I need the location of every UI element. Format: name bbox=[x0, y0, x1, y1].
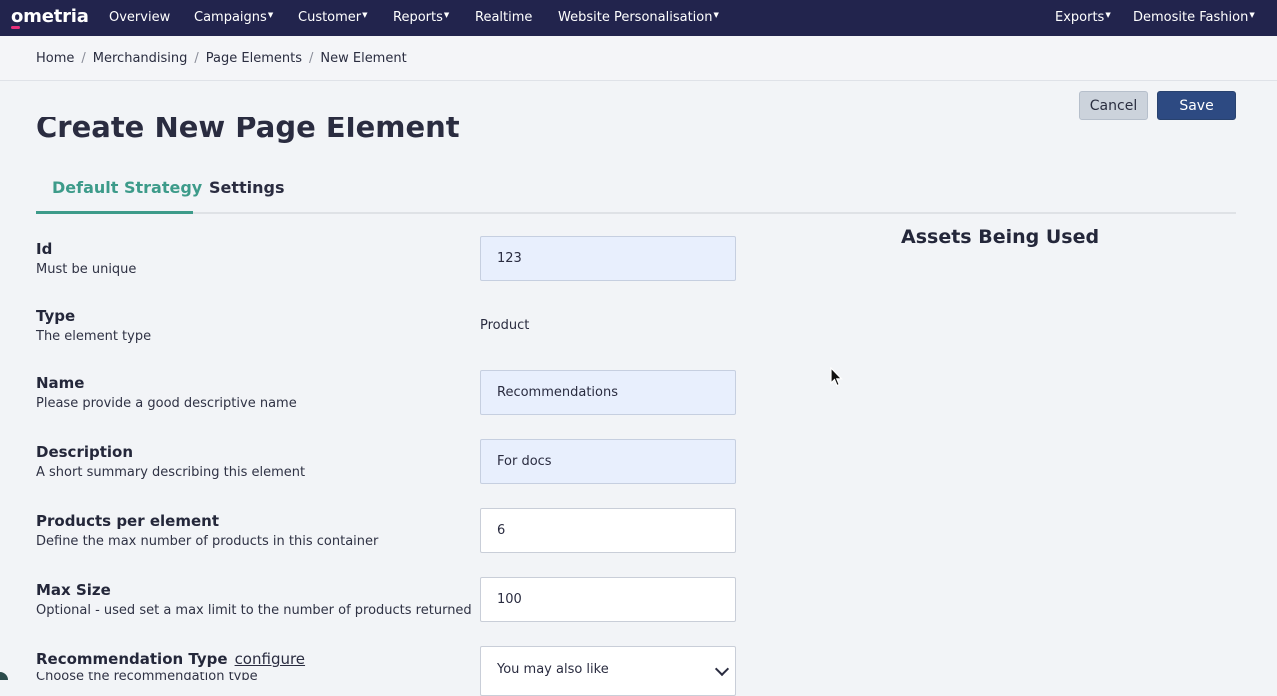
caret-down-icon: ▼ bbox=[1105, 11, 1111, 19]
breadcrumb-page-elements[interactable]: Page Elements bbox=[206, 51, 302, 66]
type-value: Product bbox=[480, 318, 530, 333]
page-title: Create New Page Element bbox=[36, 110, 460, 144]
max-size-help: Optional - used set a max limit to the n… bbox=[36, 603, 472, 618]
caret-down-icon: ▼ bbox=[1249, 11, 1255, 19]
nav-reports[interactable]: Reports▼ bbox=[393, 10, 449, 25]
id-help: Must be unique bbox=[36, 262, 137, 277]
nav-overview[interactable]: Overview bbox=[109, 10, 170, 25]
caret-down-icon: ▼ bbox=[713, 11, 719, 19]
products-per-element-field[interactable]: 6 bbox=[480, 508, 736, 553]
recommendation-type-selected: You may also like bbox=[497, 661, 609, 677]
products-per-element-help: Define the max number of products in thi… bbox=[36, 534, 379, 549]
nav-exports[interactable]: Exports▼ bbox=[1055, 10, 1111, 25]
description-field[interactable]: For docs bbox=[480, 439, 736, 484]
name-label: Name bbox=[36, 374, 85, 392]
id-field[interactable]: 123 bbox=[480, 236, 736, 281]
corner-widget[interactable] bbox=[0, 672, 8, 680]
breadcrumb-separator: / bbox=[194, 51, 199, 66]
cancel-button[interactable]: Cancel bbox=[1079, 91, 1148, 120]
breadcrumb: Home / Merchandising / Page Elements / N… bbox=[36, 51, 407, 66]
top-nav: ometria Overview Campaigns▼ Customer▼ Re… bbox=[0, 0, 1277, 36]
type-label: Type bbox=[36, 307, 76, 325]
tab-default-strategy[interactable]: Default Strategy bbox=[52, 178, 202, 197]
id-label: Id bbox=[36, 240, 53, 258]
products-per-element-label: Products per element bbox=[36, 512, 219, 530]
breadcrumb-merchandising[interactable]: Merchandising bbox=[93, 51, 188, 66]
recommendation-type-label: Recommendation Type configure bbox=[36, 650, 306, 668]
description-help: A short summary describing this element bbox=[36, 465, 306, 480]
caret-down-icon: ▼ bbox=[362, 11, 368, 19]
name-help: Please provide a good descriptive name bbox=[36, 396, 297, 411]
breadcrumb-separator: / bbox=[308, 51, 314, 66]
assets-being-used-heading: Assets Being Used bbox=[901, 226, 1100, 248]
nav-website-personalisation[interactable]: Website Personalisation▼ bbox=[558, 10, 719, 25]
recommendation-type-help: Choose the recommendation type bbox=[36, 672, 258, 680]
nav-realtime[interactable]: Realtime bbox=[475, 10, 532, 25]
nav-customer[interactable]: Customer▼ bbox=[298, 10, 368, 25]
max-size-field[interactable]: 100 bbox=[480, 577, 736, 622]
caret-down-icon: ▼ bbox=[267, 11, 274, 19]
nav-campaigns[interactable]: Campaigns▼ bbox=[194, 10, 273, 25]
active-tab-indicator bbox=[36, 211, 193, 214]
max-size-label: Max Size bbox=[36, 581, 111, 599]
caret-down-icon: ▼ bbox=[443, 11, 450, 19]
logo-accent bbox=[11, 26, 20, 29]
tabs-divider bbox=[36, 212, 1236, 214]
nav-account-demosite-fashion[interactable]: Demosite Fashion▼ bbox=[1133, 10, 1255, 25]
save-button[interactable]: Save bbox=[1157, 91, 1236, 120]
description-label: Description bbox=[36, 443, 134, 461]
configure-link[interactable]: configure bbox=[235, 650, 305, 668]
breadcrumb-current: New Element bbox=[320, 51, 407, 66]
name-field[interactable]: Recommendations bbox=[480, 370, 736, 415]
recommendation-type-select[interactable]: You may also like bbox=[480, 646, 736, 696]
breadcrumb-home[interactable]: Home bbox=[36, 51, 74, 66]
breadcrumb-separator: / bbox=[81, 51, 86, 66]
mouse-cursor-icon bbox=[830, 367, 843, 387]
tab-settings[interactable]: Settings bbox=[209, 178, 285, 197]
type-help: The element type bbox=[36, 329, 152, 344]
ometria-logo[interactable]: ometria bbox=[11, 6, 89, 27]
chevron-down-icon bbox=[714, 661, 730, 677]
